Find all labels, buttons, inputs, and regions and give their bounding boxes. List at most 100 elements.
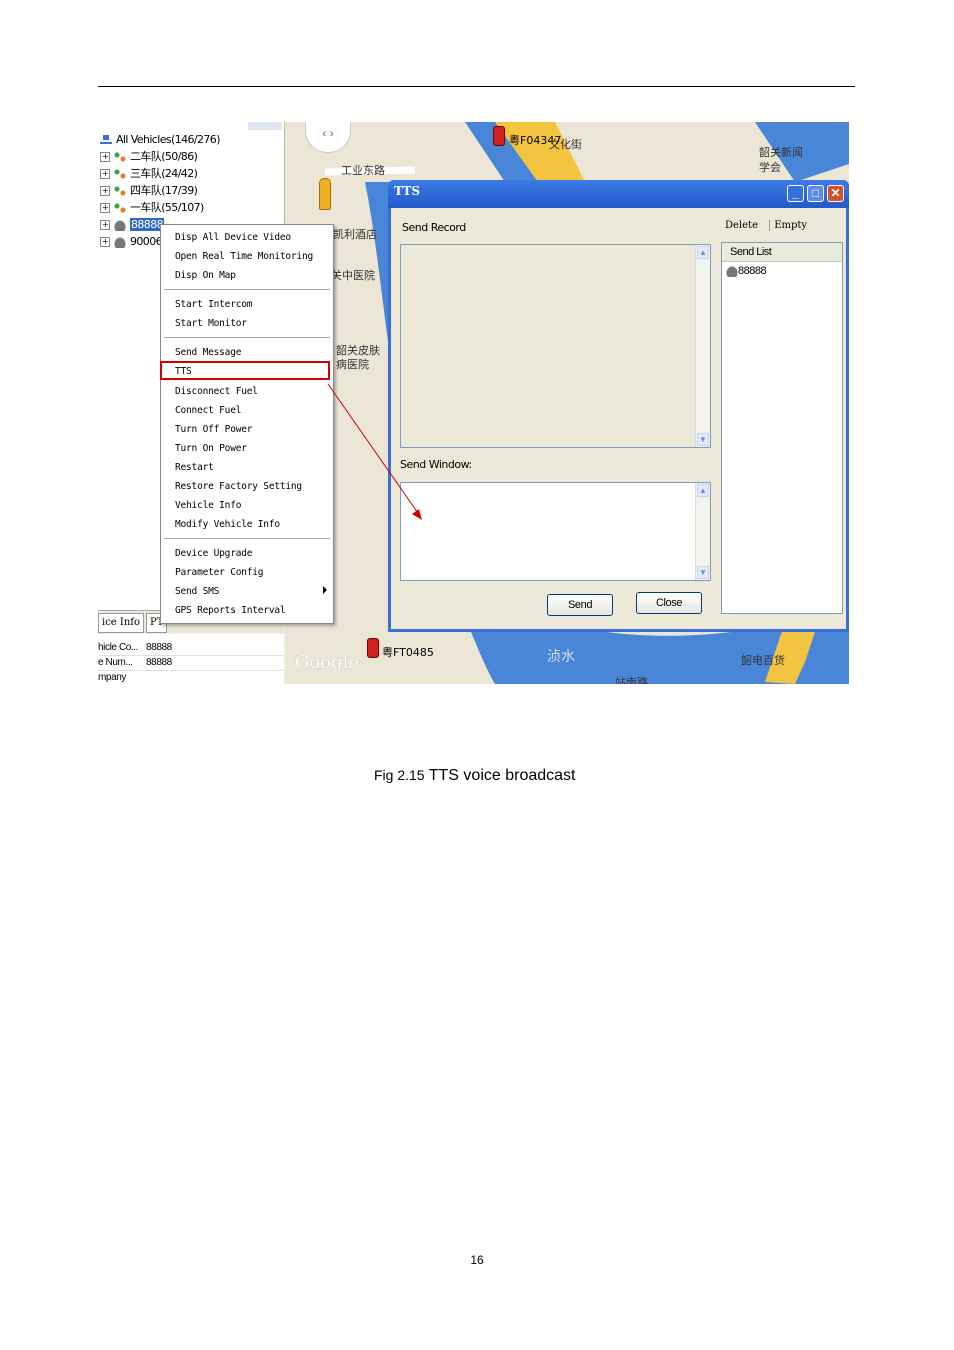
tree-vehicle-selected[interactable]: +88888 <box>100 217 164 233</box>
network-icon <box>100 134 112 146</box>
expand-icon[interactable]: + <box>100 203 110 213</box>
close-icon[interactable]: ✕ <box>827 185 844 202</box>
map-label: 韶电百货 <box>741 654 785 667</box>
caption-text: TTS voice broadcast <box>428 767 576 784</box>
map-label: 浈水 <box>547 649 575 665</box>
group-icon <box>114 185 126 197</box>
menu-item-connect-fuel[interactable]: Connect Fuel <box>175 402 241 420</box>
send-window-label: Send Window: <box>400 458 472 471</box>
expand-icon[interactable]: + <box>100 186 110 196</box>
menu-separator <box>164 289 330 290</box>
header-rule <box>98 86 855 87</box>
pegman-icon[interactable] <box>319 178 331 210</box>
menu-item-restore-factory[interactable]: Restore Factory Setting <box>175 478 302 496</box>
map-label: 关中医院 <box>331 269 375 282</box>
send-record-scrollbar[interactable]: ▲ ▼ <box>695 245 710 447</box>
menu-item-start-monitor[interactable]: Start Monitor <box>175 315 247 333</box>
menu-separator <box>164 538 330 539</box>
tree-group[interactable]: + 二车队(50/86) <box>100 149 198 165</box>
table-row: e Num... 88888 <box>98 655 284 671</box>
scroll-up-icon[interactable]: ▲ <box>697 484 709 497</box>
menu-item-send-message[interactable]: Send Message <box>175 344 241 362</box>
window-title: TTS <box>394 184 421 198</box>
send-button[interactable]: Send <box>547 594 613 616</box>
map-label: 病医院 <box>336 358 369 371</box>
list-item-label: 88888 <box>738 265 767 277</box>
map-label: 站南路 <box>615 676 648 684</box>
tree-group[interactable]: + 一车队(55/107) <box>100 200 204 216</box>
tree-vehicle-label: 88888 <box>130 218 164 231</box>
scroll-down-icon[interactable]: ▼ <box>697 566 709 579</box>
tree-vehicle[interactable]: +90006 <box>100 234 163 250</box>
row-key: hicle Co... <box>98 642 139 653</box>
menu-item-start-intercom[interactable]: Start Intercom <box>175 296 252 314</box>
info-table: hicle Co... 88888 e Num... 88888 mpany <box>98 634 284 684</box>
tree-toolbar <box>248 122 282 130</box>
tree-group[interactable]: + 三车队(24/42) <box>100 166 198 182</box>
row-key: e Num... <box>98 657 133 668</box>
scroll-down-icon[interactable]: ▼ <box>697 433 709 446</box>
list-item[interactable]: 88888 <box>726 265 767 277</box>
menu-item-disp-on-map[interactable]: Disp On Map <box>175 267 236 285</box>
caption-prefix: Fig 2.15 <box>374 767 425 783</box>
menu-item-open-monitoring[interactable]: Open Real Time Monitoring <box>175 248 313 266</box>
tab-device-info[interactable]: ice Info <box>98 613 145 633</box>
menu-item-parameter-config[interactable]: Parameter Config <box>175 564 264 582</box>
empty-button[interactable]: Empty <box>769 220 808 231</box>
vehicle-icon <box>114 236 126 248</box>
menu-item-modify-vehicle-info[interactable]: Modify Vehicle Info <box>175 516 280 534</box>
menu-item-send-sms[interactable]: Send SMS <box>175 583 219 601</box>
send-list-toolbar: Delete Empty <box>721 214 843 238</box>
map-label: 学会 <box>759 161 781 174</box>
menu-item-gps-interval[interactable]: GPS Reports Interval <box>175 602 286 620</box>
menu-item-restart[interactable]: Restart <box>175 459 214 477</box>
expand-icon[interactable]: + <box>100 169 110 179</box>
menu-item-disp-all-video[interactable]: Disp All Device Video <box>175 229 291 247</box>
send-list-header-label: Send List <box>730 246 772 258</box>
tree-vehicle-label: 90006 <box>130 235 163 248</box>
context-menu: Disp All Device Video Open Real Time Mon… <box>160 224 334 624</box>
vehicle-icon <box>114 219 126 231</box>
send-record-label: Send Record <box>402 221 466 234</box>
send-list-header: Send List <box>722 243 842 262</box>
vehicle-marker-icon[interactable] <box>367 638 379 658</box>
expand-icon[interactable]: + <box>100 237 110 247</box>
maximize-icon[interactable]: □ <box>807 185 824 202</box>
menu-item-turn-on-power[interactable]: Turn On Power <box>175 440 247 458</box>
map-label: 韶关新闻 <box>759 146 803 159</box>
send-window-input[interactable]: ▲ ▼ <box>400 482 711 581</box>
row-key: mpany <box>98 672 127 683</box>
map-label: 凯利酒店 <box>333 228 377 241</box>
expand-icon[interactable]: + <box>100 220 110 230</box>
tree-group-label: 一车队(55/107) <box>130 201 204 214</box>
menu-item-vehicle-info[interactable]: Vehicle Info <box>175 497 241 515</box>
send-window-scrollbar[interactable]: ▲ ▼ <box>695 483 710 580</box>
tts-window: TTS _ □ ✕ Send Record ▲ ▼ Send Window: ▲… <box>388 180 849 632</box>
menu-item-device-upgrade[interactable]: Device Upgrade <box>175 545 252 563</box>
window-body: Send Record ▲ ▼ Send Window: ▲ ▼ Send Cl… <box>391 208 846 629</box>
delete-button[interactable]: Delete <box>725 220 758 231</box>
scroll-up-icon[interactable]: ▲ <box>697 246 709 259</box>
submenu-arrow-icon <box>323 586 327 594</box>
tree-group[interactable]: + 四车队(17/39) <box>100 183 198 199</box>
vehicle-marker-icon[interactable] <box>493 126 505 146</box>
send-list[interactable]: Send List 88888 <box>721 242 843 614</box>
map-label: 文化街 <box>549 138 582 151</box>
map-vehicle-label: 粤FT0485 <box>382 646 434 659</box>
expand-icon[interactable]: + <box>100 152 110 162</box>
tree-group-label: 四车队(17/39) <box>130 184 198 197</box>
tree-root[interactable]: All Vehicles(146/276) <box>100 132 220 148</box>
minimize-icon[interactable]: _ <box>787 185 804 202</box>
row-value: 88888 <box>146 657 172 668</box>
tree-group-label: 三车队(24/42) <box>130 167 198 180</box>
window-titlebar[interactable]: TTS _ □ ✕ <box>388 180 849 208</box>
close-button[interactable]: Close <box>636 592 702 614</box>
send-record-box[interactable]: ▲ ▼ <box>400 244 711 448</box>
menu-item-disconnect-fuel[interactable]: Disconnect Fuel <box>175 383 258 401</box>
menu-item-turn-off-power[interactable]: Turn Off Power <box>175 421 252 439</box>
tree-root-label: All Vehicles(146/276) <box>116 133 220 146</box>
group-icon <box>114 168 126 180</box>
screenshot-figure: All Vehicles(146/276) + 二车队(50/86) + 三车队(2… <box>98 122 849 684</box>
vehicle-icon <box>726 265 738 277</box>
table-row: mpany <box>98 670 284 684</box>
